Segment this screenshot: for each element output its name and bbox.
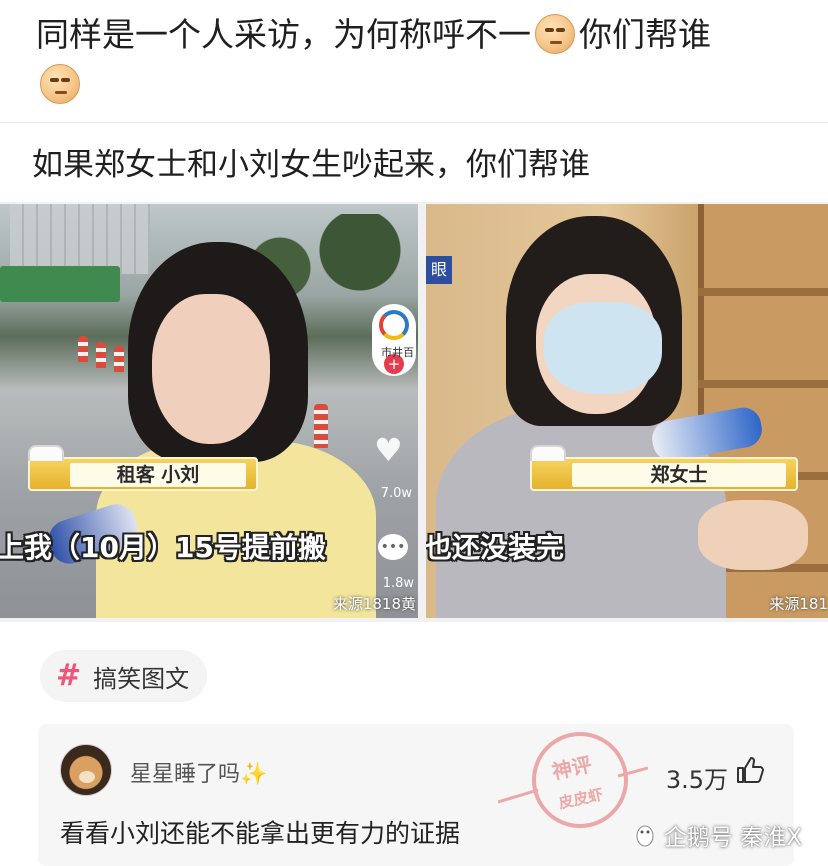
- comment-text: 看看小刘还能不能拿出更有力的证据: [60, 819, 461, 848]
- reporter-hand: [698, 500, 808, 570]
- traffic-cone: [314, 404, 328, 448]
- avatar[interactable]: [60, 744, 112, 796]
- brand-footer: 企鹅号 秦淮X: [634, 818, 802, 852]
- traffic-cone: [96, 342, 106, 368]
- seal-text-graphic: 神评 皮皮虾: [498, 752, 648, 812]
- background-building: [10, 204, 150, 274]
- sparkle-icon: ✨: [240, 762, 268, 787]
- subtitle-right: 也还没装完: [426, 531, 565, 564]
- traffic-cone: [78, 336, 88, 362]
- seal-top-text: 神评: [550, 752, 594, 784]
- penguin-icon: [636, 825, 654, 847]
- smirk-emoji-icon: [535, 14, 575, 54]
- subtitle-left: 上我（10月）15号提前搬: [0, 531, 326, 564]
- post-title-tail: 你们帮谁: [579, 15, 711, 54]
- like-count-overlay: 7.0w: [380, 486, 412, 501]
- photo-right[interactable]: 眼 郑女士 也还没装完 来源181: [426, 204, 828, 618]
- channel-logo-icon: [379, 310, 409, 340]
- heart-icon[interactable]: ♥: [374, 434, 410, 466]
- channel-logo[interactable]: +: [372, 304, 416, 376]
- channel-badge: 眼: [426, 256, 452, 284]
- nametag-tab: [530, 445, 566, 461]
- post-title: 同样是一个人采访，为何称呼不一 你们帮谁: [36, 10, 806, 110]
- smirk-emoji-icon: [40, 64, 80, 104]
- person-face: [152, 294, 270, 444]
- watermark-seal: 神评 皮皮虾: [498, 723, 648, 838]
- card-caption: 如果郑女士和小刘女生吵起来，你们帮谁: [0, 122, 828, 202]
- photo-left[interactable]: + 市井百 ♥ 7.0w ••• 1.8w 租客 小刘 上我（10月）15号提前…: [0, 204, 418, 618]
- face-mask: [544, 302, 662, 394]
- nametag-right: 郑女士: [530, 445, 798, 491]
- source-label-right: 来源181: [769, 595, 828, 613]
- hashtag-icon: #: [56, 658, 82, 693]
- nametag-tab: [28, 445, 64, 461]
- share-count-overlay: 1.8w: [382, 576, 414, 591]
- comment-like-count: 3.5万: [665, 766, 728, 794]
- topic-tag[interactable]: # 搞笑图文: [40, 650, 208, 702]
- brand-footer-text: 企鹅号 秦淮X: [663, 825, 802, 851]
- post-title-text: 同样是一个人采访，为何称呼不一: [36, 15, 531, 54]
- channel-logo-text: 市井百: [381, 346, 414, 359]
- source-label-left: 来源1818黄: [332, 595, 416, 613]
- seal-bottom-text: 皮皮虾: [557, 785, 605, 812]
- comment-icon[interactable]: •••: [378, 534, 408, 560]
- topic-label: 搞笑图文: [93, 664, 190, 693]
- username-text: 星星睡了吗: [130, 762, 241, 787]
- card-caption-text: 如果郑女士和小刘女生吵起来，你们帮谁: [32, 147, 590, 183]
- thumbs-up-icon[interactable]: [734, 754, 766, 786]
- nametag-left: 租客 小刘: [28, 445, 258, 491]
- image-card[interactable]: 如果郑女士和小刘女生吵起来，你们帮谁 + 市井百 ♥ 7.0w ••• 1.8w…: [0, 122, 828, 622]
- nametag-left-text: 租客 小刘: [70, 463, 246, 487]
- nametag-right-text: 郑女士: [572, 463, 786, 487]
- traffic-cone: [114, 346, 124, 372]
- background-truck: [0, 266, 120, 302]
- comment-username[interactable]: 星星睡了吗✨: [130, 756, 267, 788]
